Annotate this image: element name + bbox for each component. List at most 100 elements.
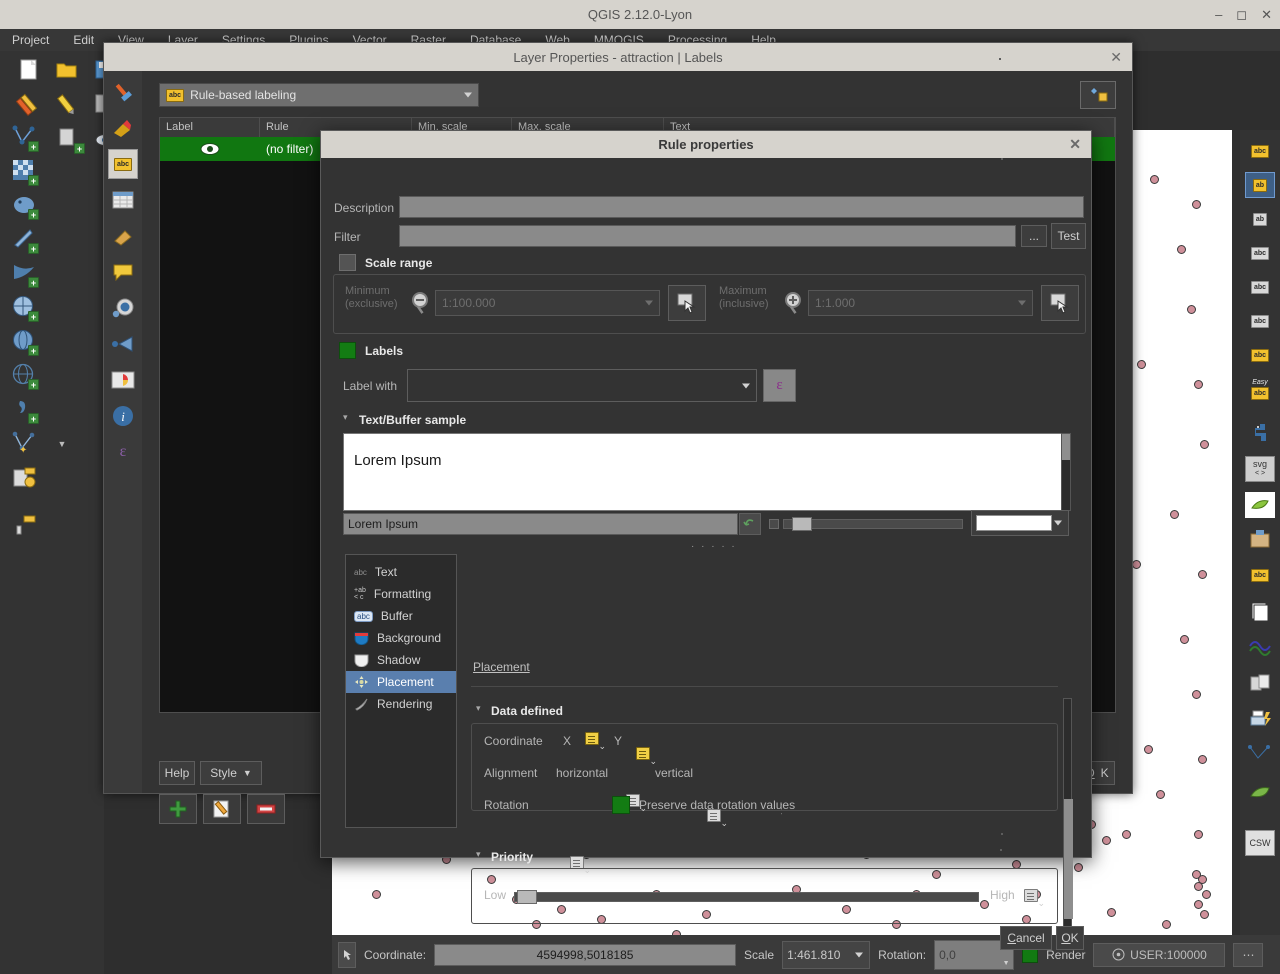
- close-icon[interactable]: ✕: [1069, 136, 1081, 153]
- panel-item-formatting[interactable]: +ab < c Formatting: [346, 583, 456, 605]
- chevron-down-icon[interactable]: ▼: [55, 437, 69, 451]
- maximum-pick-scale-button[interactable]: [1041, 285, 1079, 321]
- add-wfs-layer-icon[interactable]: +: [10, 361, 40, 391]
- node-label-icon[interactable]: [1245, 742, 1275, 768]
- svg-icon[interactable]: svg < >: [1245, 456, 1275, 482]
- sidebar-tab-joins[interactable]: [108, 329, 138, 359]
- window-controls[interactable]: – ◻ ✕: [1215, 0, 1272, 29]
- leaf-icon[interactable]: [1245, 780, 1275, 806]
- add-mssql-layer-icon[interactable]: +: [10, 259, 40, 289]
- style-button[interactable]: Style ▼: [200, 761, 262, 785]
- atlas-icon[interactable]: [1245, 598, 1275, 624]
- placement-scrollbar[interactable]: [1063, 698, 1073, 928]
- sidebar-tab-rendering[interactable]: [108, 221, 138, 251]
- menu-edit[interactable]: Edit: [73, 33, 94, 47]
- zoom-in-icon[interactable]: [782, 291, 804, 318]
- add-wms-layer-icon[interactable]: +: [10, 293, 40, 323]
- pan-icon[interactable]: [338, 941, 356, 968]
- zoom-out-icon[interactable]: [409, 291, 431, 318]
- expression-button[interactable]: ε: [763, 369, 796, 402]
- sidebar-tab-labels[interactable]: abc: [108, 149, 138, 179]
- sidebar-tab-metadata[interactable]: i: [108, 401, 138, 431]
- sidebar-tab-diagrams[interactable]: [108, 365, 138, 395]
- crs-button[interactable]: USER:100000: [1093, 942, 1226, 967]
- chevron-down-icon[interactable]: ▾: [343, 412, 348, 423]
- maximize-icon[interactable]: ◻: [1236, 7, 1247, 23]
- sample-background-color-combo[interactable]: [971, 510, 1069, 536]
- scale-combo[interactable]: 1:461.810: [782, 940, 871, 969]
- close-icon[interactable]: ✕: [1110, 49, 1122, 66]
- sidebar-tab-style[interactable]: [108, 113, 138, 143]
- minimum-scale-combo[interactable]: 1:100.000: [435, 290, 660, 316]
- slider-knob[interactable]: [517, 890, 537, 904]
- labeling-mode-combo[interactable]: abc Rule-based labeling: [159, 83, 479, 107]
- new-project-icon[interactable]: [14, 55, 44, 85]
- chevron-down-icon[interactable]: ▾: [476, 703, 481, 714]
- add-wcs-layer-icon[interactable]: +: [10, 327, 40, 357]
- sidebar-tab-fields[interactable]: [108, 185, 138, 215]
- cancel-button[interactable]: Cancel: [1000, 926, 1052, 950]
- priority-slider[interactable]: [514, 890, 979, 904]
- scale-range-checkbox[interactable]: [339, 254, 356, 271]
- coordinate-field[interactable]: 4594998,5018185: [434, 943, 737, 966]
- label-icon[interactable]: abc: [1245, 138, 1275, 164]
- pencil-edit-icon[interactable]: [52, 89, 82, 119]
- sample-text-input[interactable]: [343, 513, 738, 535]
- db-manager-icon[interactable]: [10, 463, 40, 493]
- eye-icon[interactable]: [160, 142, 260, 156]
- sample-scrollbar[interactable]: [1061, 433, 1071, 511]
- sample-zoom-slider[interactable]: [783, 517, 963, 531]
- filter-test-button[interactable]: Test: [1051, 223, 1086, 249]
- panel-item-buffer[interactable]: abc Buffer: [346, 605, 456, 627]
- panel-item-text[interactable]: abc Text: [346, 561, 456, 583]
- sample-preview-area[interactable]: Lorem Ipsum: [343, 433, 1071, 511]
- maximum-scale-combo[interactable]: 1:1.000: [808, 290, 1033, 316]
- close-icon[interactable]: ✕: [1261, 7, 1272, 23]
- revert-sample-button[interactable]: [739, 513, 761, 535]
- minimum-pick-scale-button[interactable]: [668, 285, 706, 321]
- panel-item-rendering[interactable]: Rendering: [346, 693, 456, 715]
- print-icon[interactable]: [1245, 706, 1275, 732]
- edit-rule-button[interactable]: [203, 794, 241, 824]
- chevron-down-icon[interactable]: ▾: [476, 849, 481, 860]
- add-raster-layer-icon[interactable]: +: [10, 157, 40, 187]
- preserve-rotation-checkbox[interactable]: [612, 796, 630, 814]
- add-postgis-layer-icon[interactable]: +: [10, 191, 40, 221]
- label-settings-button[interactable]: [1080, 81, 1116, 109]
- label-panel-list[interactable]: abc Text +ab < c Formatting abc Buffer Ba…: [345, 554, 457, 828]
- add-rule-button[interactable]: [159, 794, 197, 824]
- label-move-icon[interactable]: abc: [1245, 274, 1275, 300]
- scrollbar-thumb[interactable]: [1064, 799, 1073, 919]
- python-console-icon[interactable]: [1245, 420, 1275, 446]
- help-button[interactable]: Help: [159, 761, 195, 785]
- label-show-hide-icon[interactable]: abc: [1245, 240, 1275, 266]
- panel-item-placement[interactable]: Placement: [346, 671, 456, 693]
- menu-project[interactable]: Project: [12, 33, 49, 47]
- label-star-icon[interactable]: abc: [1245, 562, 1275, 588]
- label-with-combo[interactable]: [407, 369, 757, 402]
- sidebar-tab-general[interactable]: [108, 77, 138, 107]
- panel-item-shadow[interactable]: Shadow: [346, 649, 456, 671]
- add-vector-layer-icon[interactable]: +: [10, 123, 40, 153]
- add-spatialite-layer-icon[interactable]: +: [10, 225, 40, 255]
- placement-tab-title[interactable]: Placement: [473, 660, 530, 674]
- label-pin-icon[interactable]: ab: [1245, 206, 1275, 232]
- package-icon[interactable]: [1245, 526, 1275, 552]
- scrollbar-thumb[interactable]: [1062, 434, 1070, 460]
- sidebar-tab-actions[interactable]: [108, 293, 138, 323]
- label-change-icon[interactable]: abc: [1245, 342, 1275, 368]
- description-input[interactable]: [399, 196, 1084, 218]
- layout-icon[interactable]: [1245, 670, 1275, 696]
- remove-rule-button[interactable]: [247, 794, 285, 824]
- new-memory-layer-icon[interactable]: ✦: [10, 429, 40, 459]
- csw-icon[interactable]: CSW: [1245, 830, 1275, 856]
- filter-browse-button[interactable]: ...: [1021, 225, 1047, 247]
- new-shapefile-icon[interactable]: +: [56, 125, 86, 155]
- easy-custom-labeling-icon[interactable]: Easy abc: [1245, 376, 1275, 402]
- messages-icon[interactable]: ⋯: [1233, 942, 1264, 967]
- priority-data-defined-button[interactable]: ⌄: [1024, 889, 1045, 908]
- add-delimited-text-layer-icon[interactable]: +: [10, 395, 40, 425]
- label-rotate-icon[interactable]: abc: [1245, 308, 1275, 334]
- gps-tools-icon[interactable]: [10, 509, 40, 539]
- open-project-icon[interactable]: [52, 55, 82, 85]
